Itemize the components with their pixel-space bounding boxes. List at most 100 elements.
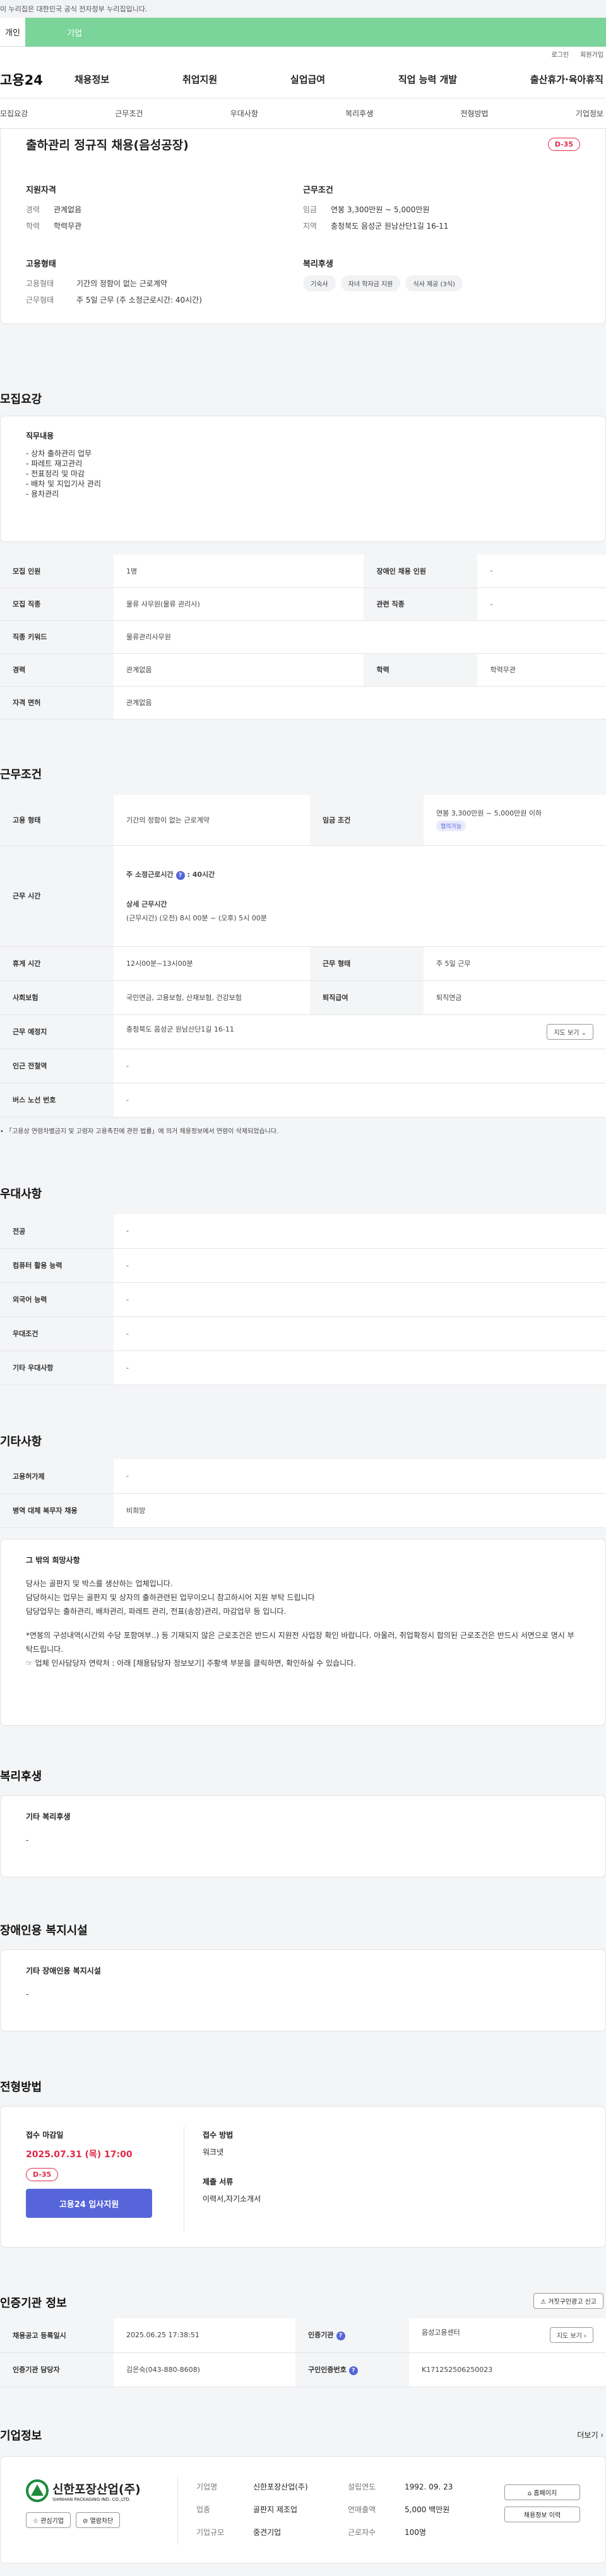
value: 골판지 제조업 — [253, 2505, 298, 2514]
label: 기업규모 — [196, 2528, 225, 2537]
gnb-employment-support[interactable]: 취업지원 — [182, 73, 217, 86]
tab-selection[interactable]: 전형방법 — [460, 108, 488, 119]
cell: - — [114, 1351, 606, 1385]
welfare-card: 기타 복리후생 - — [0, 1795, 606, 1877]
tab-company-info[interactable]: 기업정보 — [576, 108, 603, 119]
cell-head: 근무 시간 — [0, 845, 114, 947]
cell-head: 직종 키워드 — [0, 620, 114, 654]
cell: 물류 사무원(물류 관리사) — [114, 587, 364, 621]
divider — [177, 2476, 178, 2545]
gnb-jobs[interactable]: 채용정보 — [74, 73, 109, 86]
table-row: 버스 노선 번호 - — [0, 1083, 606, 1117]
table-row: 근무 예정지 충청북도 음성군 원남산단1길 16-11 지도 보기 ⌄ — [0, 1014, 606, 1049]
qual-title: 지원자격 — [26, 186, 56, 195]
benefit-chip: 기숙사 — [303, 275, 336, 291]
favorite-company-button[interactable]: ☆ 관심기업 — [26, 2512, 71, 2528]
cell: K171252506250023 — [409, 2352, 606, 2387]
deadline-block: 접수 마감일 2025.07.31 (목) 17:00 D-35 고용24 입사… — [26, 2129, 177, 2218]
cell: - — [114, 1316, 606, 1351]
signup-link[interactable]: 회원가입 — [580, 49, 603, 59]
cell-head: 버스 노선 번호 — [0, 1083, 114, 1117]
label: 설립연도 — [348, 2483, 376, 2491]
logo-korean: 신한포장산업(주) — [52, 2482, 141, 2496]
site-logo[interactable]: 고용24 — [0, 70, 74, 89]
homepage-button[interactable]: ⌂ 홈페이지 — [504, 2484, 580, 2500]
cell-head: 외국어 능력 — [0, 1282, 114, 1317]
job-history-button[interactable]: 채용정보 이력 — [504, 2507, 580, 2522]
duty-title: 직무내용 — [26, 431, 54, 440]
duty-line: - 파레트 재고관리 — [26, 459, 83, 468]
value: 학력무관 — [54, 222, 82, 231]
etc-heading: 기타사항 — [0, 1435, 42, 1448]
tab-personal[interactable]: 개인 — [0, 18, 25, 47]
req-heading: 모집요강 — [0, 393, 42, 406]
help-icon[interactable]: ? — [336, 2332, 345, 2341]
label: 경력 — [26, 205, 40, 214]
dday-badge: D-35 — [547, 137, 580, 151]
cell-head: 모집 인원 — [0, 555, 114, 588]
apply-button[interactable]: 고용24 입사지원 — [26, 2189, 152, 2218]
welfare-heading: 복리후생 — [0, 1770, 42, 1783]
docs-title: 제출 서류 — [203, 2177, 234, 2186]
map-button[interactable]: 지도 보기 ⌄ — [547, 1023, 593, 1040]
cell: 12시00분~13시00분 — [114, 946, 310, 981]
tab-welfare[interactable]: 복리후생 — [345, 108, 373, 119]
more-link[interactable]: 더보기 › — [577, 2429, 603, 2440]
help-icon[interactable]: ? — [175, 870, 185, 880]
map-button[interactable]: 지도 보기 › — [549, 2327, 593, 2344]
cell-head: 고용 형태 — [0, 795, 114, 846]
block-icon: ⊘ — [82, 2518, 90, 2525]
login-link[interactable]: 로그인 — [552, 49, 569, 59]
text-line — [26, 1618, 580, 1628]
chevron-right-icon: › — [600, 2431, 603, 2440]
cell: - — [114, 1049, 606, 1083]
cell: 물류관리사무원 — [114, 620, 606, 654]
duty-line: - 전표정리 및 마감 — [26, 469, 85, 478]
text-line: 담당업무는 출하관리, 배차관리, 파레트 관리, 전표(송장)관리, 마감업무… — [26, 1607, 287, 1616]
tab-company[interactable]: 기업 — [25, 18, 606, 47]
deadline-value: 2025.07.31 (목) 17:00 — [26, 2150, 133, 2160]
company-card: 신한포장산업(주) SHINHAN PACKAGING IND. CO.,LTD… — [0, 2456, 606, 2563]
tab-requirements[interactable]: 모집요강 — [0, 108, 28, 119]
chevron-right-icon: › — [584, 2333, 586, 2340]
tab-conditions[interactable]: 근무조건 — [115, 108, 143, 119]
cell: - — [477, 587, 606, 621]
value: 연봉 3,300만원 ~ 5,000만원 — [331, 205, 430, 214]
label: 연매출액 — [348, 2505, 376, 2514]
cell-head-label: 구인인증번호 — [308, 2365, 347, 2374]
table-row: 모집 직종 물류 사무원(물류 관리사) 관련 직종 - — [0, 587, 606, 621]
block-company-button[interactable]: ⊘ 열람차단 — [75, 2512, 121, 2528]
cell-head: 장애인 채용 인원 — [364, 555, 478, 588]
cell-head: 컴퓨터 활용 능력 — [0, 1248, 114, 1283]
label: 고용형태 — [26, 279, 54, 288]
work-location: 충청북도 음성군 원남산단1길 16-11 — [126, 1025, 234, 1033]
time-detail: (근무시간) (오전) 8시 00분 ~ (오후) 5시 00분 — [126, 913, 267, 922]
table-row: 사회보험 국민연금, 고용보험, 산재보험, 건강보험 퇴직급여 퇴직연금 — [0, 980, 606, 1015]
cell-head: 고용허가제 — [0, 1459, 114, 1494]
pref-table: 전공 - 컴퓨터 활용 능력 - 외국어 능력 - 우대조건 - 기타 우대사항 - — [0, 1214, 606, 1385]
cell-head: 전공 — [0, 1214, 114, 1249]
label: 근로자수 — [348, 2528, 376, 2537]
ben-title: 복리후생 — [303, 260, 333, 269]
help-icon[interactable]: ? — [348, 2366, 358, 2375]
tab-preferences[interactable]: 우대사항 — [230, 108, 258, 119]
cell: - — [114, 1282, 606, 1317]
report-ad-button[interactable]: ⚠ 거짓구인광고 신고 — [533, 2293, 603, 2309]
company-logo: 신한포장산업(주) SHINHAN PACKAGING IND. CO.,LTD… — [26, 2479, 152, 2528]
table-row: 외국어 능력 - — [0, 1282, 606, 1317]
cell-head: 모집 직종 — [0, 587, 114, 621]
map-button-label: 지도 보기 — [556, 2333, 582, 2340]
method-title: 접수 방법 — [203, 2131, 234, 2140]
duty-line: - 용차관리 — [26, 490, 59, 498]
gnb-unemployment[interactable]: 실업급여 — [290, 73, 325, 86]
disability-card: 기타 장애인용 복지시설 - — [0, 1949, 606, 2031]
gnb-training[interactable]: 직업 능력 개발 — [398, 73, 457, 86]
cell: 관계없음 — [114, 686, 606, 719]
cell: 학력무관 — [477, 653, 606, 687]
duty-line: - 배차 및 지입기사 관리 — [26, 479, 101, 488]
cell: 1명 — [114, 555, 364, 588]
gnb-leave[interactable]: 출산휴가·육아휴직 — [530, 73, 603, 86]
cell: 2025.06.25 17:38:51 — [114, 2318, 296, 2353]
benefit-chip: 자녀 학자금 지원 — [340, 275, 401, 291]
disability-heading: 장애인용 복지시설 — [0, 1924, 88, 1937]
